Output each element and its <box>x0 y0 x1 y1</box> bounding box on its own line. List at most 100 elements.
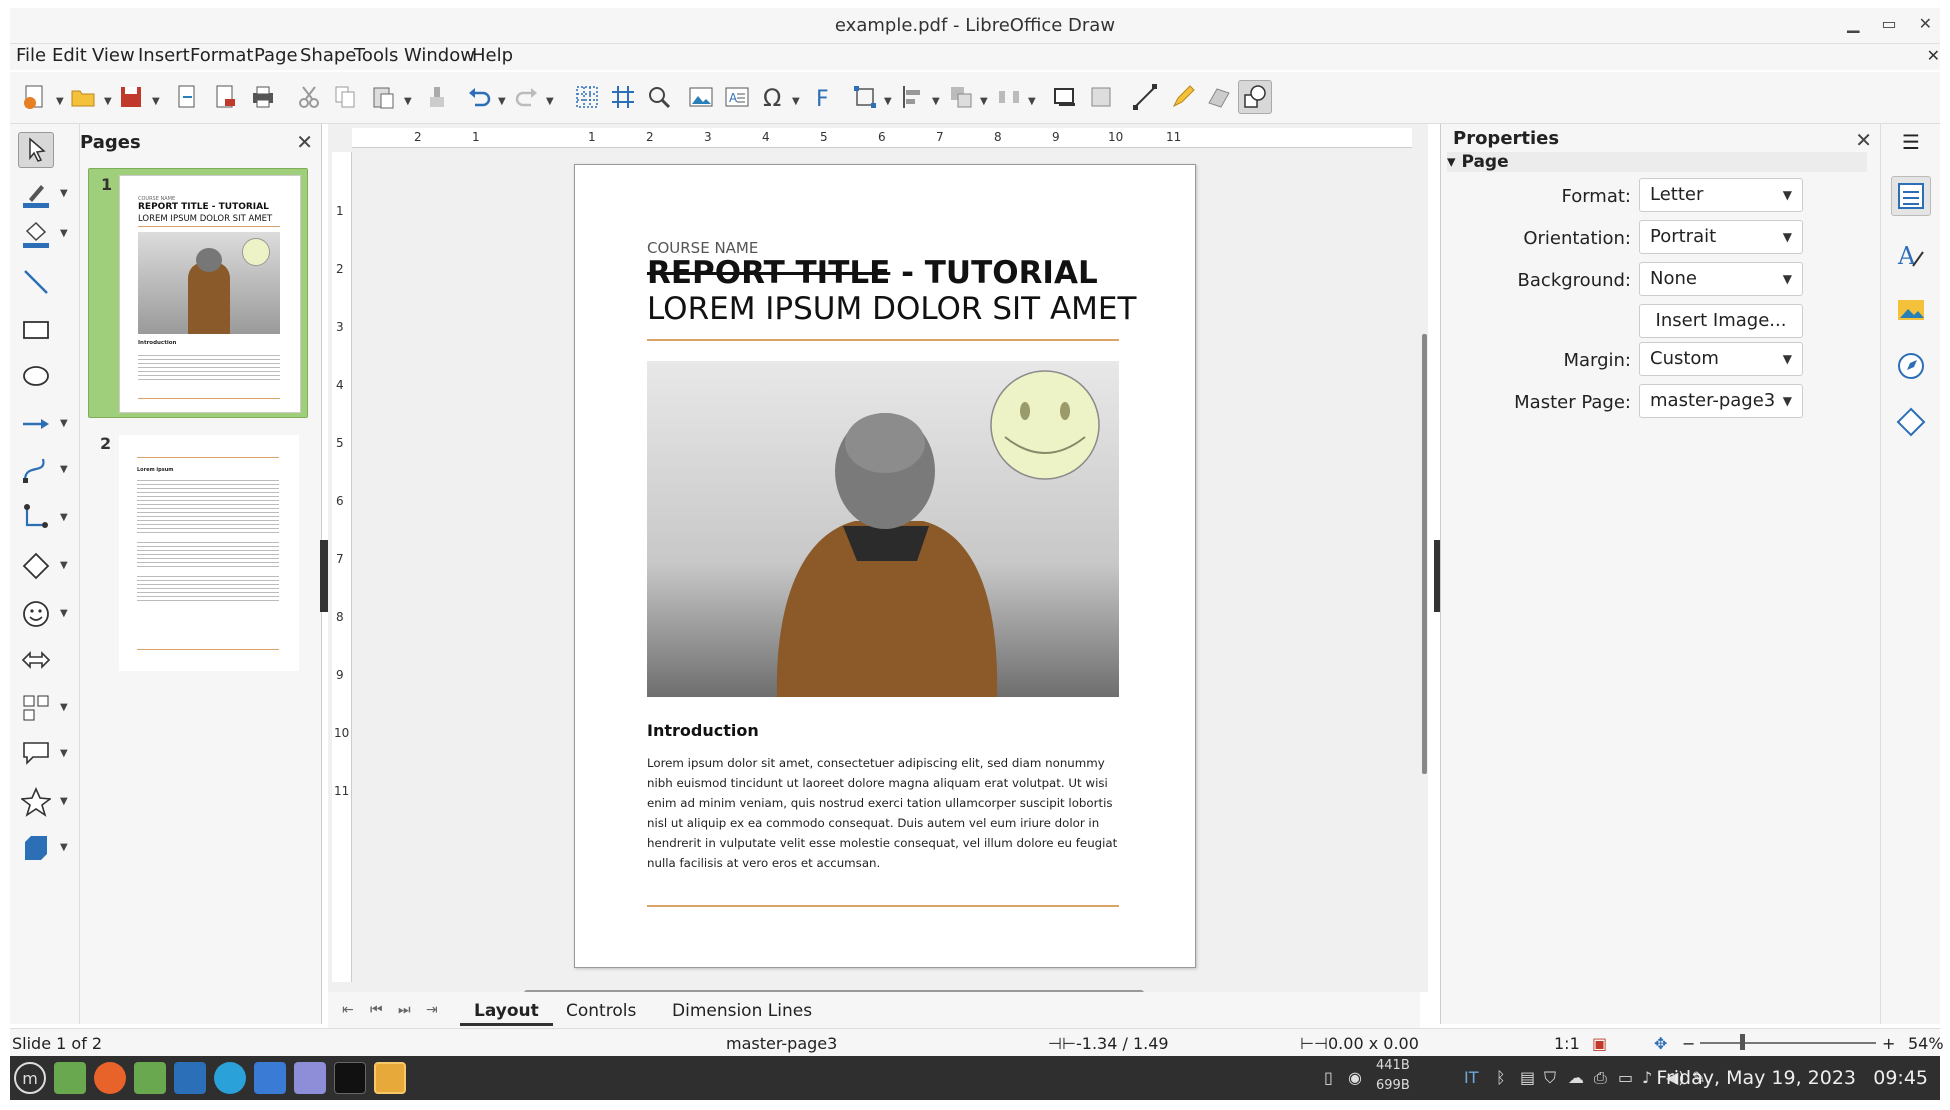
insert-image-icon[interactable] <box>684 80 718 114</box>
taskbar-date[interactable]: Friday, May 19, 2023 <box>1656 1067 1856 1089</box>
scale-ratio[interactable]: 1:1 <box>1554 1034 1580 1053</box>
close-icon[interactable]: ✕ <box>1855 128 1872 152</box>
cloud-icon[interactable]: ☁ <box>1568 1068 1584 1087</box>
tab-dimension-lines[interactable]: Dimension Lines <box>658 998 826 1026</box>
shapes-deck-icon[interactable] <box>1891 402 1931 442</box>
menu-edit[interactable]: Edit <box>52 45 87 66</box>
toggle-extrusion-icon[interactable] <box>1202 80 1236 114</box>
report-subtitle[interactable]: LOREM IPSUM DOLOR SIT AMET <box>647 291 1136 327</box>
distribute-icon[interactable] <box>992 80 1026 114</box>
notifications-icon[interactable]: ♪ <box>1642 1068 1652 1087</box>
paste-icon[interactable] <box>366 80 400 114</box>
line-color-icon[interactable] <box>18 176 54 212</box>
scroll-thumb[interactable] <box>1422 334 1427 774</box>
text-editor-icon[interactable] <box>294 1062 326 1094</box>
menu-view[interactable]: View <box>92 45 135 66</box>
clipboard-icon[interactable]: ▤ <box>1520 1068 1535 1087</box>
body-paragraph[interactable]: Lorem ipsum dolor sit amet, consectetuer… <box>647 753 1119 873</box>
show-desktop-icon[interactable] <box>54 1062 86 1094</box>
zoom-pan-icon[interactable] <box>642 80 676 114</box>
next-tab-icon[interactable]: ⏭ <box>398 1002 411 1018</box>
helplines-icon[interactable] <box>606 80 640 114</box>
new-document-icon[interactable] <box>18 80 52 114</box>
telegram-icon[interactable] <box>214 1062 246 1094</box>
print-icon[interactable] <box>246 80 280 114</box>
background-select[interactable]: None ▼ <box>1639 262 1803 296</box>
crop-image-icon[interactable] <box>1084 80 1118 114</box>
fill-color-icon[interactable] <box>18 216 54 252</box>
gallery-deck-icon[interactable] <box>1891 290 1931 330</box>
rectangle-tool-icon[interactable] <box>18 312 54 348</box>
terminal-icon[interactable] <box>334 1062 366 1094</box>
keyboard-layout[interactable]: IT <box>1464 1068 1479 1087</box>
insert-image-button[interactable]: Insert Image... <box>1639 304 1803 338</box>
page-section-header[interactable]: ▾ Page <box>1447 152 1867 172</box>
zoom-slider[interactable] <box>1700 1042 1876 1044</box>
export-icon[interactable] <box>170 80 204 114</box>
mail-icon[interactable] <box>254 1062 286 1094</box>
update-icon[interactable]: ◉ <box>1348 1068 1362 1087</box>
stars-icon[interactable] <box>18 784 54 820</box>
report-title[interactable]: REPORT TITLE - TUTORIAL <box>647 255 1098 291</box>
menu-format[interactable]: Format <box>190 45 253 66</box>
undo-icon[interactable] <box>462 80 496 114</box>
redo-icon[interactable] <box>510 80 544 114</box>
show-draw-functions-icon[interactable] <box>1238 80 1272 114</box>
zoom-out-icon[interactable]: − <box>1682 1034 1695 1053</box>
flowchart-icon[interactable] <box>18 690 54 726</box>
special-character-icon[interactable]: Ω <box>756 80 790 114</box>
zoom-level[interactable]: 54% <box>1908 1034 1944 1053</box>
copy-icon[interactable] <box>328 80 362 114</box>
firefox-icon[interactable] <box>94 1062 126 1094</box>
menu-insert[interactable]: Insert <box>138 45 190 66</box>
fontwork-icon[interactable]: F <box>806 80 840 114</box>
minimize-icon[interactable]: ▁ <box>1847 14 1859 33</box>
navigator-deck-icon[interactable] <box>1891 346 1931 386</box>
zoom-slider-thumb[interactable] <box>1740 1034 1745 1050</box>
menu-help[interactable]: Help <box>472 45 513 66</box>
close-document-icon[interactable]: ✕ <box>1927 46 1940 65</box>
system-monitor-icon[interactable] <box>174 1062 206 1094</box>
export-pdf-icon[interactable] <box>208 80 242 114</box>
start-menu-icon[interactable]: m <box>14 1062 46 1094</box>
sidebar-menu-icon[interactable]: ☰ <box>1891 122 1931 162</box>
format-select[interactable]: Letter ▼ <box>1639 178 1803 212</box>
arrange-icon[interactable] <box>944 80 978 114</box>
align-objects-icon[interactable] <box>896 80 930 114</box>
tab-controls[interactable]: Controls <box>552 998 650 1026</box>
first-tab-icon[interactable]: ⇤ <box>342 1002 354 1018</box>
symbol-shapes-icon[interactable] <box>18 596 54 632</box>
menu-shape[interactable]: Shape <box>300 45 356 66</box>
master-page-select[interactable]: master-page3 ▼ <box>1639 384 1803 418</box>
pages-panel-splitter[interactable] <box>320 540 328 612</box>
line-tool-icon[interactable] <box>18 264 54 300</box>
drawing-canvas[interactable]: 2 1 1 2 3 4 5 6 7 8 9 10 11 1 2 3 4 5 6 … <box>328 124 1420 996</box>
3d-objects-icon[interactable] <box>18 830 54 866</box>
last-tab-icon[interactable]: ⇥ <box>426 1002 438 1018</box>
zoom-in-icon[interactable]: + <box>1882 1034 1895 1053</box>
battery-icon[interactable]: ▭ <box>1618 1068 1633 1087</box>
maximize-icon[interactable]: ▭ <box>1881 14 1896 33</box>
properties-deck-icon[interactable] <box>1891 176 1931 216</box>
files-icon[interactable] <box>134 1062 166 1094</box>
transformations-icon[interactable] <box>848 80 882 114</box>
connectors-icon[interactable] <box>18 500 54 536</box>
save-icon[interactable] <box>114 80 148 114</box>
fit-page-icon[interactable]: ✥ <box>1654 1034 1667 1053</box>
libreoffice-draw-icon[interactable] <box>374 1062 406 1094</box>
document-page[interactable]: COURSE NAME REPORT TITLE - TUTORIAL LORE… <box>574 164 1196 968</box>
glue-points-icon[interactable] <box>1166 80 1200 114</box>
insert-textbox-icon[interactable]: A <box>720 80 754 114</box>
callouts-icon[interactable] <box>18 736 54 772</box>
grid-icon[interactable] <box>570 80 604 114</box>
orientation-select[interactable]: Portrait ▼ <box>1639 220 1803 254</box>
taskbar-clock[interactable]: 09:45 <box>1873 1067 1928 1089</box>
vertical-scrollbar[interactable] <box>1420 124 1428 992</box>
tab-layout[interactable]: Layout <box>460 998 553 1026</box>
printer-icon[interactable]: ⎙ <box>1594 1068 1607 1088</box>
basic-shapes-icon[interactable] <box>18 548 54 584</box>
page-thumbnail[interactable]: 2 Lorem ipsum <box>88 428 308 678</box>
close-window-icon[interactable]: ✕ <box>1919 14 1932 33</box>
cut-icon[interactable] <box>292 80 326 114</box>
menu-file[interactable]: File <box>16 45 46 66</box>
